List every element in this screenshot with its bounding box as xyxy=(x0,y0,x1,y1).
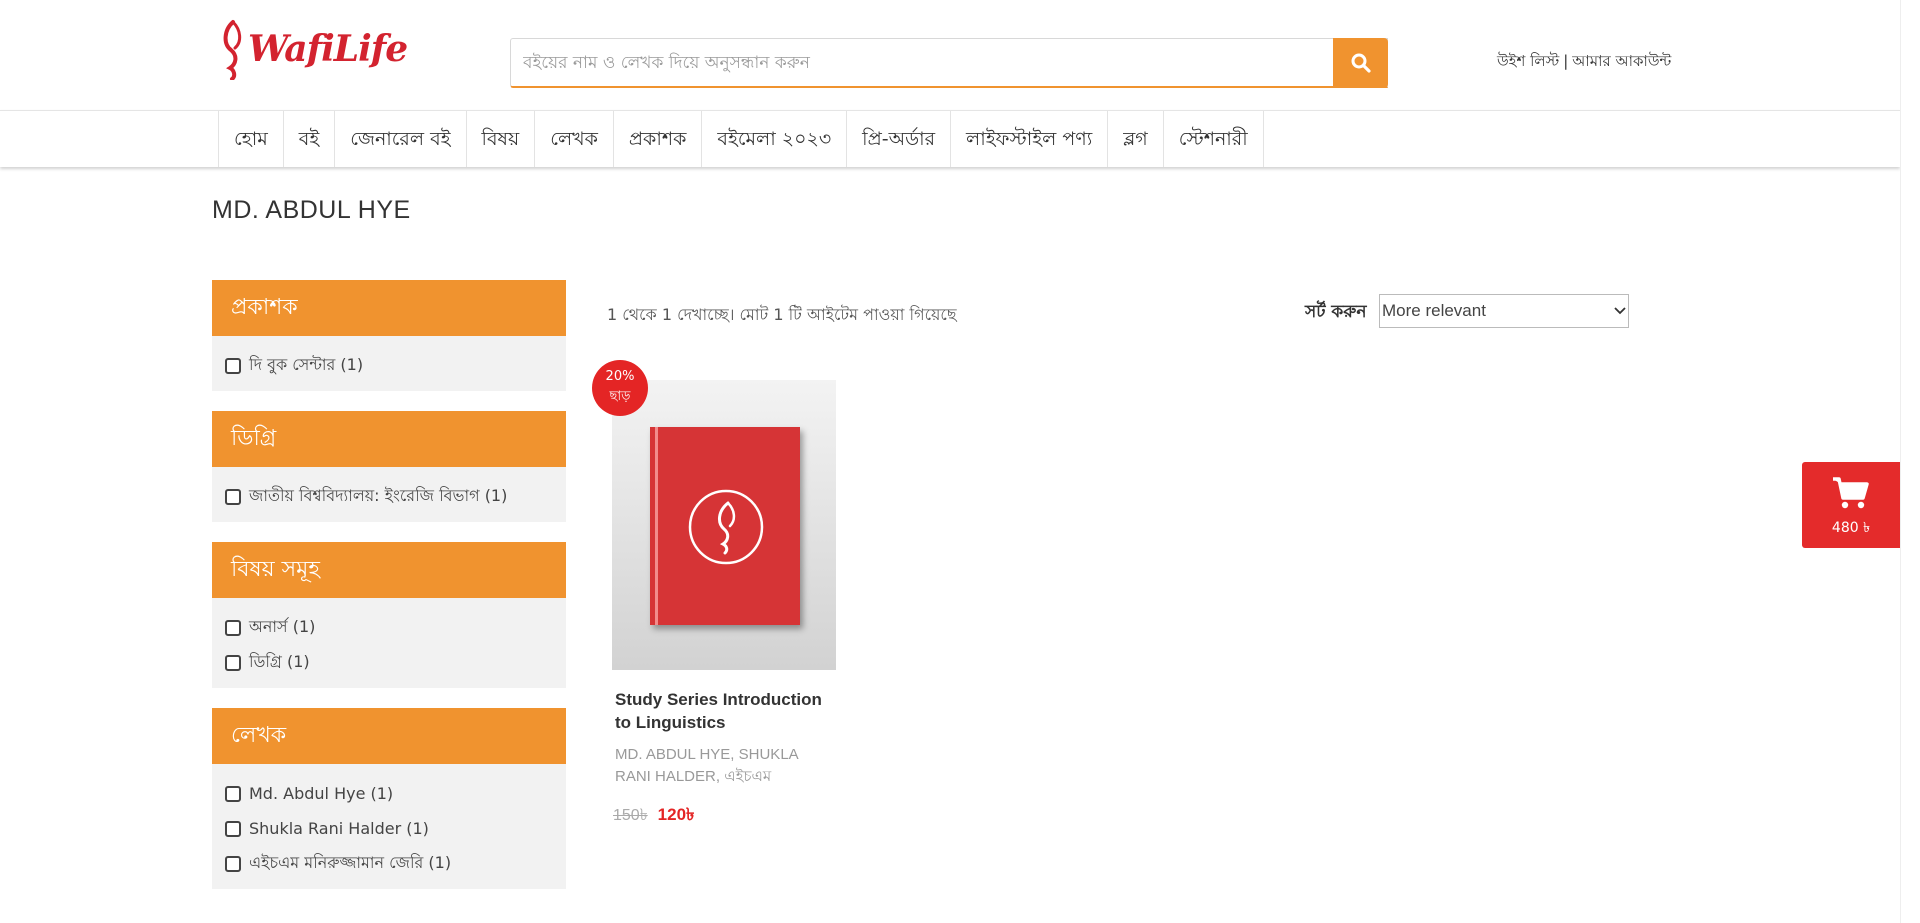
discount-badge: 20% ছাড় xyxy=(592,360,648,416)
wafilife-logo-icon xyxy=(688,489,764,565)
filter-option[interactable]: জাতীয় বিশ্ববিদ্যালয়: ইংরেজি বিভাগ (1) xyxy=(225,479,553,514)
nav-item-book-fair[interactable]: বইমেলা ২০২৩ xyxy=(701,111,846,167)
wishlist-link[interactable]: উইশ লিস্ট xyxy=(1497,52,1559,70)
product-title[interactable]: Study Series Introduction to Linguistics xyxy=(612,688,838,734)
product-price: 150৳ 120৳ xyxy=(612,802,838,830)
checkbox-icon[interactable] xyxy=(225,488,241,505)
book-cover-image xyxy=(650,427,800,625)
checkbox-icon[interactable] xyxy=(225,785,241,802)
filter-title: বিষয় সমূহ xyxy=(212,542,566,598)
sort-label: সর্ট করুন xyxy=(1305,302,1367,322)
product-authors[interactable]: MD. ABDUL HYE, SHUKLA RANI HALDER, এইচএম xyxy=(612,744,812,788)
search-button[interactable] xyxy=(1333,38,1388,88)
filter-option[interactable]: এইচএম মনিরুজ্জামান জেরি (1) xyxy=(225,846,553,881)
filter-option-label: জাতীয় বিশ্ববিদ্যালয়: ইংরেজি বিভাগ (1) xyxy=(249,486,508,505)
account-link[interactable]: আমার আকাউন্ট xyxy=(1572,52,1671,70)
main-nav: হোম বই জেনারেল বই বিষয় লেখক প্রকাশক বইম… xyxy=(0,110,1900,167)
floating-cart[interactable]: 480 ৳ xyxy=(1802,462,1900,548)
nav-item-pre-order[interactable]: প্রি-অর্ডার xyxy=(846,111,950,167)
nav-item-authors[interactable]: লেখক xyxy=(534,111,613,167)
nav-item-stationery[interactable]: স্টেশনারী xyxy=(1162,111,1264,167)
checkbox-icon[interactable] xyxy=(225,654,241,671)
search-icon xyxy=(1351,53,1371,73)
old-price: 150৳ xyxy=(613,807,648,824)
filter-subjects: বিষয় সমূহ অনার্স (1) ডিগ্রি (1) xyxy=(212,542,566,688)
search-input[interactable] xyxy=(511,39,1387,86)
discount-percent: 20% xyxy=(605,369,635,384)
filter-option-label: অনার্স (1) xyxy=(249,617,316,636)
filter-publisher: প্রকাশক দি বুক সেন্টার (1) xyxy=(212,280,566,391)
wafilife-logo-icon xyxy=(223,20,242,80)
nav-item-home[interactable]: হোম xyxy=(218,111,283,167)
nav-item-books[interactable]: বই xyxy=(282,111,334,167)
product-card[interactable]: Study Series Introduction to Linguistics… xyxy=(612,380,838,830)
nav-item-subjects[interactable]: বিষয় xyxy=(465,111,535,167)
filter-option[interactable]: Shukla Rani Halder (1) xyxy=(225,811,553,846)
sort-select[interactable]: More relevant xyxy=(1379,294,1629,328)
nav-item-lifestyle[interactable]: লাইফস্টাইল পণ্য xyxy=(950,111,1107,167)
checkbox-icon[interactable] xyxy=(225,820,241,837)
filter-option-label: দি বুক সেন্টার (1) xyxy=(249,355,364,374)
nav-item-publishers[interactable]: প্রকাশক xyxy=(612,111,702,167)
product-cover[interactable] xyxy=(612,380,836,670)
discount-label: ছাড় xyxy=(609,389,631,404)
page-title: MD. ABDUL HYE xyxy=(212,196,411,224)
checkbox-icon[interactable] xyxy=(225,357,241,374)
filter-degree: ডিগ্রি জাতীয় বিশ্ববিদ্যালয়: ইংরেজি বিভ… xyxy=(212,411,566,522)
nav-item-general-books[interactable]: জেনারেল বই xyxy=(334,111,465,167)
filter-option[interactable]: ডিগ্রি (1) xyxy=(225,645,553,680)
filter-option[interactable]: Md. Abdul Hye (1) xyxy=(225,776,553,811)
filter-option[interactable]: দি বুক সেন্টার (1) xyxy=(225,348,553,383)
filter-option-label: Shukla Rani Halder (1) xyxy=(249,819,429,838)
filter-option[interactable]: অনার্স (1) xyxy=(225,610,553,645)
checkbox-icon[interactable] xyxy=(225,619,241,636)
page: WafiLife উইশ লিস্ট|আমার আকাউন্ট হোম বই জ… xyxy=(0,0,1920,923)
top-links: উইশ লিস্ট | আমার আকাউন্ট xyxy=(1497,50,1671,75)
sort-select-value: More relevant xyxy=(1382,301,1486,320)
cart-total: 480 ৳ xyxy=(1831,520,1871,536)
checkbox-icon[interactable] xyxy=(225,855,241,872)
cart-icon xyxy=(1833,477,1869,509)
sale-price: 120৳ xyxy=(657,805,695,824)
search-bar xyxy=(510,38,1388,88)
filter-author: লেখক Md. Abdul Hye (1) Shukla Rani Halde… xyxy=(212,708,566,889)
logo-text: WafiLife xyxy=(248,28,408,70)
site-logo[interactable]: WafiLife xyxy=(220,18,408,80)
filter-title: ডিগ্রি xyxy=(212,411,566,467)
result-count: 1 থেকে 1 দেখাচ্ছে। মোট 1 টি আইটেম পাওয়া… xyxy=(607,305,957,324)
filter-option-label: ডিগ্রি (1) xyxy=(249,652,310,671)
chevron-down-icon xyxy=(1614,307,1626,315)
page-scrollbar[interactable] xyxy=(1900,0,1920,923)
filter-title: লেখক xyxy=(212,708,566,764)
filter-title: প্রকাশক xyxy=(212,280,566,336)
site-header: WafiLife উইশ লিস্ট|আমার আকাউন্ট xyxy=(0,0,1900,110)
filter-option-label: এইচএম মনিরুজ্জামান জেরি (1) xyxy=(249,853,452,872)
top-links-separator: | xyxy=(1563,52,1569,70)
filter-option-label: Md. Abdul Hye (1) xyxy=(249,784,394,803)
nav-item-blog[interactable]: ব্লগ xyxy=(1107,111,1163,167)
